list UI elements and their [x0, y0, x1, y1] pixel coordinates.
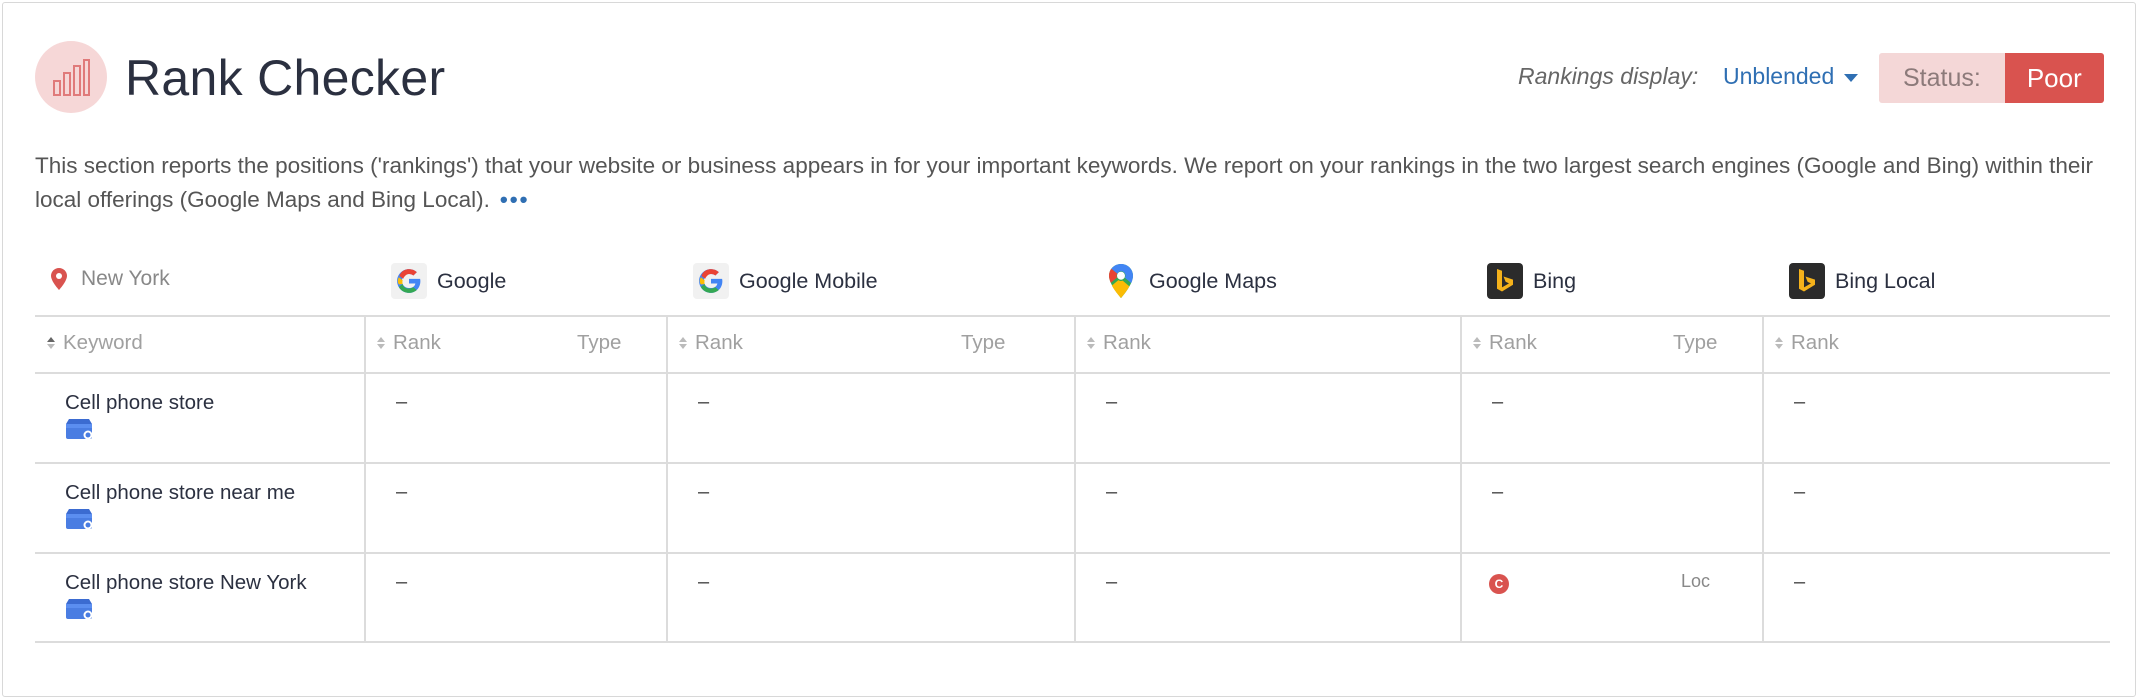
engine-name: Bing Local: [1835, 268, 1936, 293]
more-button[interactable]: •••: [500, 187, 530, 212]
column-header-google-mobile-type: Type: [961, 331, 1006, 354]
keyword-text: Cell phone store: [65, 391, 215, 414]
bing-rank: –: [1492, 391, 1504, 413]
status-label: Status:: [1879, 53, 2005, 103]
engine-name: Google: [437, 268, 507, 293]
google-maps-icon: [1103, 263, 1139, 299]
bing-rank: –: [1492, 481, 1504, 503]
google-maps-rank: –: [1106, 571, 1118, 593]
bing-local-rank: –: [1794, 391, 1806, 413]
bing-icon: [1789, 263, 1825, 299]
keyword-text: Cell phone store New York: [65, 571, 307, 594]
column-divider: [1460, 315, 1462, 643]
google-maps-rank: –: [1106, 481, 1118, 503]
bar-chart-icon: [35, 41, 107, 113]
column-header-google-mobile-rank[interactable]: Rank: [679, 331, 743, 355]
column-divider: [1074, 315, 1076, 643]
column-header-google-type: Type: [577, 331, 622, 354]
column-divider: [364, 315, 366, 643]
engine-name: Google Mobile: [739, 268, 878, 293]
sort-icon: [1775, 337, 1783, 349]
google-mobile-rank: –: [698, 571, 710, 593]
rankings-display-label: Rankings display:: [1518, 63, 1699, 89]
column-header-google-rank[interactable]: Rank: [377, 331, 441, 355]
page-title: Rank Checker: [125, 50, 446, 106]
bing-local-rank: –: [1794, 481, 1806, 503]
engine-bing: Bing: [1487, 261, 1576, 301]
table-border: [35, 315, 2110, 317]
sort-icon: [1473, 337, 1481, 349]
table-border: [35, 462, 2110, 464]
location-filter[interactable]: New York: [51, 267, 170, 291]
engine-name: Bing: [1533, 268, 1577, 293]
bing-icon: [1487, 263, 1523, 299]
business-profile-icon: [66, 599, 93, 620]
google-icon: [391, 263, 427, 299]
section-description: This section reports the positions ('ran…: [35, 149, 2115, 217]
map-pin-icon: [51, 268, 67, 290]
column-header-keyword[interactable]: Keyword: [47, 331, 143, 355]
business-profile-icon: [66, 419, 93, 440]
column-header-google-maps-rank[interactable]: Rank: [1087, 331, 1151, 355]
column-divider: [666, 315, 668, 643]
table-border: [35, 552, 2110, 554]
column-header-bing-local-rank[interactable]: Rank: [1775, 331, 1839, 355]
location-name: New York: [81, 267, 170, 290]
column-header-bing-rank[interactable]: Rank: [1473, 331, 1537, 355]
google-rank: –: [396, 391, 408, 413]
rank-checker-card: Rank Checker Rankings display: Unblended…: [2, 2, 2136, 697]
competitor-rank-badge[interactable]: C: [1489, 574, 1509, 594]
keyword-text: Cell phone store near me: [65, 481, 296, 504]
google-maps-rank: –: [1106, 391, 1118, 413]
engine-name: Google Maps: [1149, 268, 1277, 293]
bing-type: Loc: [1681, 571, 1711, 591]
google-icon: [693, 263, 729, 299]
description-text: This section reports the positions ('ran…: [35, 153, 2093, 212]
google-mobile-rank: –: [698, 481, 710, 503]
status-value: Poor: [2004, 53, 2104, 103]
column-divider: [1762, 315, 1764, 643]
google-mobile-rank: –: [698, 391, 710, 413]
sort-icon: [1087, 337, 1095, 349]
table-border: [35, 641, 2110, 643]
business-profile-icon: [66, 509, 93, 530]
engine-google-mobile: Google Mobile: [693, 261, 878, 301]
sort-icon: [47, 337, 55, 349]
google-rank: –: [396, 481, 408, 503]
sort-icon: [679, 337, 687, 349]
table-border: [35, 372, 2110, 374]
rankings-display-value: Unblended: [1723, 63, 1835, 89]
column-header-bing-type: Type: [1673, 331, 1718, 354]
engine-bing-local: Bing Local: [1789, 261, 1935, 301]
status-badge: Status: Poor: [1879, 53, 2104, 103]
sort-icon: [377, 337, 385, 349]
rankings-display-dropdown[interactable]: Unblended: [1723, 63, 1859, 90]
bing-local-rank: –: [1794, 571, 1806, 593]
engine-google-maps: Google Maps: [1103, 261, 1277, 301]
google-rank: –: [396, 571, 408, 593]
engine-google: Google: [391, 261, 506, 301]
caret-down-icon: [1844, 73, 1859, 82]
